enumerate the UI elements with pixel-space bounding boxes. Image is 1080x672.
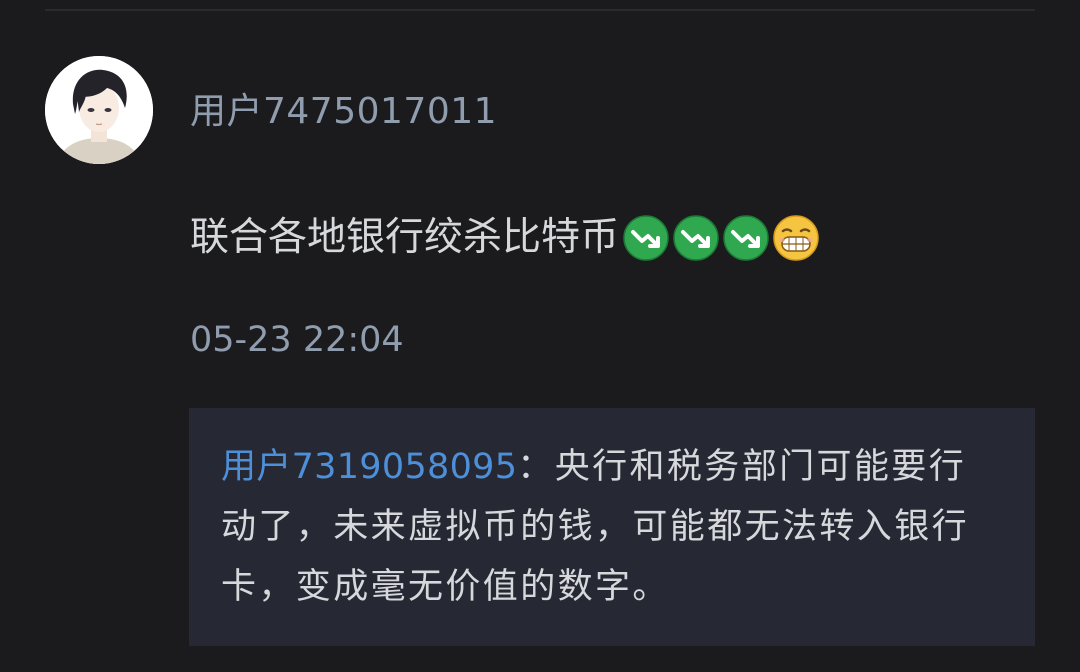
trend-down-emoji-icon	[623, 215, 669, 261]
reply-username[interactable]: 用户7319058095	[221, 447, 517, 487]
reply-preview[interactable]: 用户7319058095：央行和税务部门可能要行动了，未来虚拟币的钱，可能都无法…	[189, 408, 1035, 646]
reply-separator: ：	[517, 447, 555, 487]
avatar-illustration	[45, 56, 153, 164]
comment-timestamp: 05-23 22:04	[190, 320, 404, 360]
trend-down-emoji-icon	[673, 215, 719, 261]
avatar[interactable]	[45, 56, 153, 164]
grinning-teeth-emoji-icon	[773, 215, 819, 261]
trend-down-emoji-icon	[723, 215, 769, 261]
reply-text-block: 用户7319058095：央行和税务部门可能要行动了，未来虚拟币的钱，可能都无法…	[221, 437, 1003, 617]
top-divider	[45, 9, 1035, 11]
comment-content: 联合各地银行绞杀比特币	[190, 212, 819, 264]
comment-text: 联合各地银行绞杀比特币	[190, 215, 620, 260]
comment-username[interactable]: 用户7475017011	[190, 90, 497, 134]
